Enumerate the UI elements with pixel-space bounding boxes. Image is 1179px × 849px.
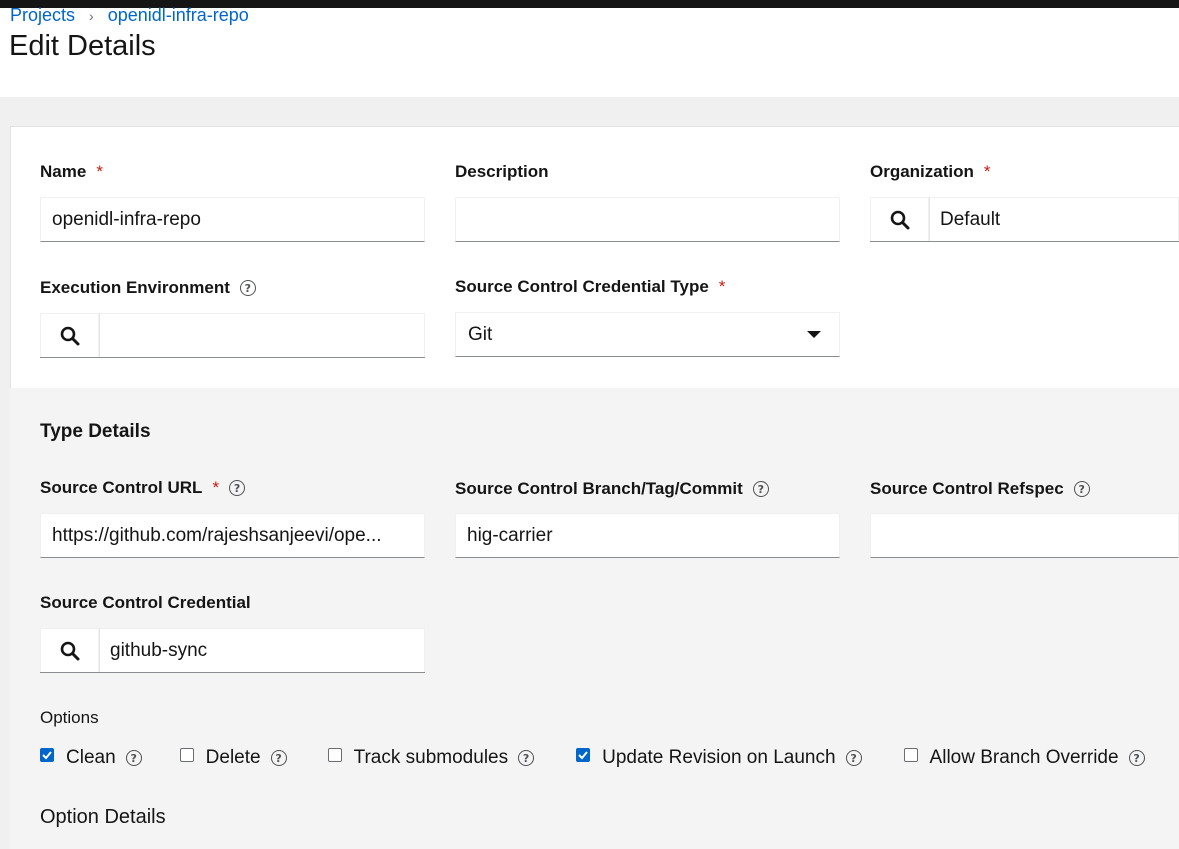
- help-icon[interactable]: ?: [270, 750, 287, 766]
- option-delete[interactable]: Delete ?: [179, 747, 287, 769]
- options-label: Options: [40, 708, 99, 727]
- execution-environment-field[interactable]: [99, 313, 425, 357]
- execution-environment-lookup: [40, 313, 425, 358]
- option-clean[interactable]: Clean ?: [40, 747, 142, 769]
- refspec-field[interactable]: [870, 513, 1179, 558]
- credential-type-label: Source Control Credential Type *: [455, 277, 726, 296]
- source-control-credential-label: Source Control Credential: [40, 593, 251, 612]
- execution-environment-search-button[interactable]: [40, 313, 99, 357]
- organization-search-button[interactable]: [870, 197, 929, 241]
- description-field[interactable]: [455, 197, 840, 242]
- checkbox-unchecked-icon[interactable]: [327, 748, 342, 762]
- page-header: Projects › openidl-infra-repo Edit Detai…: [0, 5, 1179, 97]
- breadcrumb-separator-icon: ›: [89, 7, 94, 24]
- required-indicator: *: [718, 277, 726, 296]
- help-icon[interactable]: ?: [845, 750, 862, 766]
- type-details-heading: Type Details: [40, 421, 151, 442]
- checkbox-checked-icon[interactable]: [40, 748, 54, 762]
- source-control-url-label: Source Control URL * ?: [40, 478, 246, 498]
- branch-label: Source Control Branch/Tag/Commit ?: [455, 479, 769, 499]
- description-label: Description: [455, 162, 549, 181]
- checkbox-checked-icon[interactable]: [576, 748, 591, 762]
- help-icon[interactable]: ?: [239, 280, 256, 296]
- required-indicator: *: [983, 162, 991, 181]
- organization-label: Organization *: [870, 162, 991, 181]
- source-control-credential-field[interactable]: github-sync: [99, 628, 425, 672]
- help-icon[interactable]: ?: [125, 750, 142, 766]
- help-icon[interactable]: ?: [1073, 481, 1090, 497]
- page-title: Edit Details: [9, 30, 156, 62]
- options-row: Clean ? Delete ? Track submodules ? Upda…: [40, 744, 1145, 772]
- option-track-submodules[interactable]: Track submodules ?: [327, 747, 535, 769]
- name-label: Name *: [40, 162, 103, 181]
- source-control-credential-lookup: github-sync: [40, 628, 425, 673]
- type-details-section: [10, 388, 1179, 849]
- breadcrumb: Projects › openidl-infra-repo: [10, 5, 249, 26]
- search-icon: [60, 641, 79, 660]
- help-icon[interactable]: ?: [229, 480, 246, 496]
- execution-environment-label: Execution Environment ?: [40, 278, 256, 298]
- help-icon[interactable]: ?: [518, 750, 535, 766]
- search-icon: [890, 210, 909, 229]
- help-icon[interactable]: ?: [1128, 750, 1145, 766]
- branch-field[interactable]: hig-carrier: [455, 513, 840, 558]
- refspec-label: Source Control Refspec ?: [870, 479, 1090, 499]
- required-indicator: *: [96, 162, 103, 181]
- organization-field[interactable]: Default: [929, 197, 1179, 241]
- checkbox-unchecked-icon[interactable]: [179, 748, 194, 762]
- breadcrumb-project-link[interactable]: openidl-infra-repo: [108, 5, 249, 26]
- help-icon[interactable]: ?: [752, 481, 769, 497]
- name-field[interactable]: openidl-infra-repo: [40, 197, 425, 242]
- checkbox-unchecked-icon[interactable]: [903, 748, 918, 762]
- required-indicator: *: [212, 478, 220, 497]
- organization-lookup: Default: [870, 197, 1179, 242]
- search-icon: [60, 326, 79, 345]
- credential-type-select[interactable]: Git: [455, 312, 840, 357]
- breadcrumb-projects-link[interactable]: Projects: [10, 5, 75, 26]
- option-update-revision-on-launch[interactable]: Update Revision on Launch ?: [576, 747, 862, 769]
- caret-down-icon: [807, 331, 821, 338]
- credential-search-button[interactable]: [40, 628, 99, 672]
- source-control-url-field[interactable]: https://github.com/rajeshsanjeevi/ope...: [40, 513, 425, 558]
- option-details-heading: Option Details: [40, 806, 166, 828]
- option-allow-branch-override[interactable]: Allow Branch Override ?: [903, 747, 1145, 769]
